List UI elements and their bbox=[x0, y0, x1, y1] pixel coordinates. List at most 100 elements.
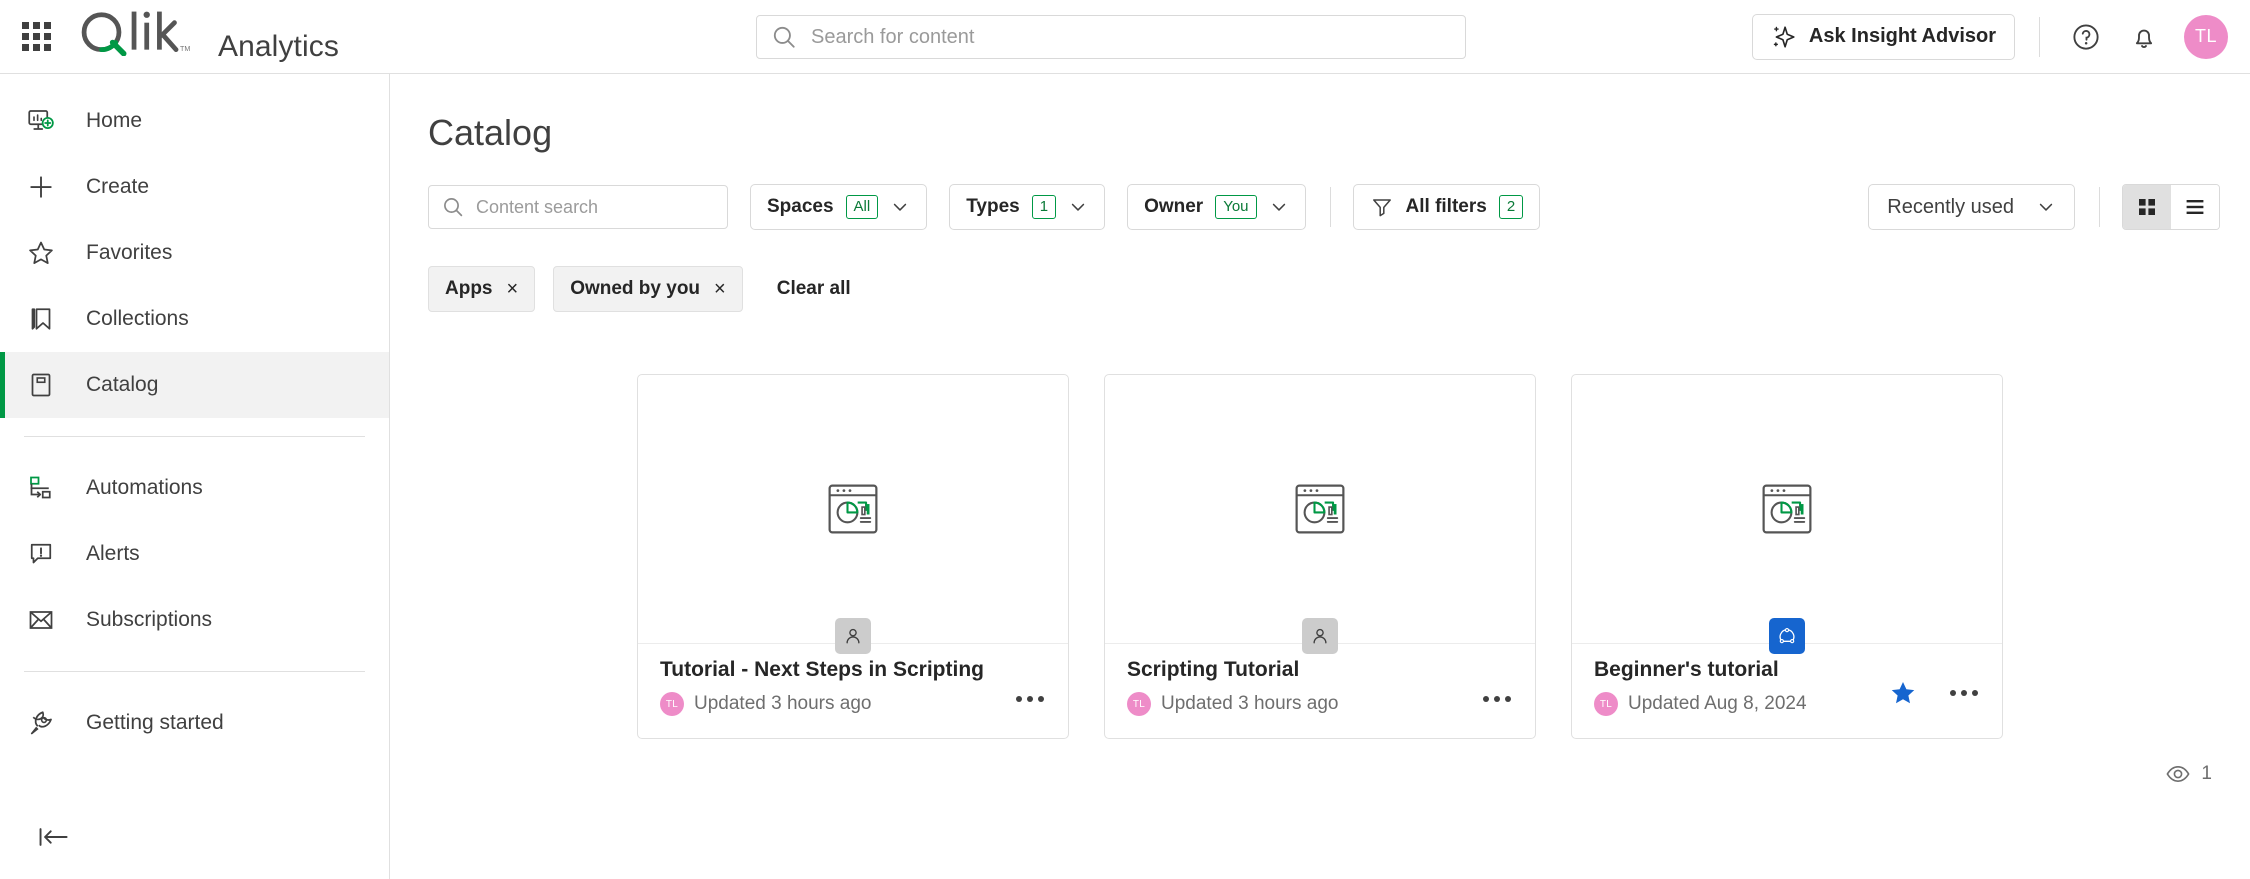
app-card-footer: Scripting Tutorial TL Updated 3 hours ag… bbox=[1105, 644, 1535, 738]
sidebar-item-label: Favorites bbox=[86, 241, 173, 264]
brand-name: Analytics bbox=[218, 29, 339, 63]
app-card[interactable]: Tutorial - Next Steps in Scripting TL Up… bbox=[637, 374, 1069, 739]
filter-spaces-label: Spaces bbox=[767, 196, 834, 217]
filter-chip-apps[interactable]: Apps × bbox=[428, 266, 536, 312]
sidebar-item-label: Subscriptions bbox=[86, 608, 213, 631]
app-card-footer: Beginner's tutorial TL Updated Aug 8, 20… bbox=[1572, 644, 2002, 738]
owner-avatar-initials: TL bbox=[1132, 698, 1146, 710]
sidebar-item-label: Automations bbox=[86, 476, 203, 499]
favorite-star-icon[interactable] bbox=[1888, 678, 1918, 708]
main-content: Catalog Content search Spaces All Types … bbox=[390, 74, 2250, 879]
app-card-updated: Updated Aug 8, 2024 bbox=[1628, 693, 1807, 714]
bell-icon[interactable] bbox=[2122, 15, 2166, 59]
close-icon[interactable]: × bbox=[714, 279, 726, 299]
filter-spaces-dropdown[interactable]: Spaces All bbox=[750, 184, 928, 230]
app-card[interactable]: Beginner's tutorial TL Updated Aug 8, 20… bbox=[1571, 374, 2003, 739]
rocket-icon bbox=[26, 708, 70, 738]
sort-dropdown[interactable]: Recently used bbox=[1868, 184, 2075, 230]
ask-insight-advisor-label: Ask Insight Advisor bbox=[1808, 25, 1996, 47]
app-chart-icon bbox=[828, 484, 878, 534]
app-card-actions bbox=[1888, 678, 1984, 708]
sparkle-icon bbox=[1773, 25, 1795, 48]
star-outline-icon bbox=[26, 238, 70, 268]
views-count: 1 bbox=[390, 739, 2250, 787]
user-avatar-initials: TL bbox=[2194, 26, 2217, 46]
plus-icon bbox=[26, 172, 70, 202]
body: Home Create Favorites Collections Catalo… bbox=[0, 74, 2250, 879]
home-monitor-add-icon bbox=[26, 106, 70, 136]
sidebar-item-subscriptions[interactable]: Subscriptions bbox=[0, 587, 389, 653]
sidebar-item-automations[interactable]: Automations bbox=[0, 455, 389, 521]
app-card-meta: TL Updated 3 hours ago bbox=[660, 692, 1046, 716]
sidebar-navigation: Home Create Favorites Collections Catalo… bbox=[0, 74, 390, 879]
chevron-down-icon bbox=[1272, 203, 1285, 211]
global-search-placeholder: Search for content bbox=[811, 25, 975, 48]
app-chart-icon bbox=[1762, 484, 1812, 534]
app-card-actions bbox=[1477, 690, 1517, 708]
sidebar-item-catalog[interactable]: Catalog bbox=[0, 352, 389, 418]
filter-types-dropdown[interactable]: Types 1 bbox=[949, 184, 1106, 230]
grid-view-button[interactable] bbox=[2123, 185, 2171, 229]
top-bar-actions: Ask Insight Advisor TL bbox=[1751, 13, 2250, 60]
filter-chip-owned-by-you[interactable]: Owned by you × bbox=[553, 266, 743, 312]
alert-bubble-icon bbox=[26, 539, 70, 569]
bookmark-icon bbox=[26, 304, 70, 334]
owner-avatar: TL bbox=[1594, 692, 1618, 716]
ask-insight-advisor-button[interactable]: Ask Insight Advisor bbox=[1751, 13, 2015, 60]
funnel-icon bbox=[1372, 199, 1391, 217]
all-filters-button[interactable]: All filters 2 bbox=[1352, 184, 1541, 230]
grid-icon bbox=[2139, 199, 2155, 215]
catalog-card-grid: Tutorial - Next Steps in Scripting TL Up… bbox=[390, 374, 2250, 739]
content-search-input[interactable]: Content search bbox=[428, 185, 728, 229]
app-card-updated: Updated 3 hours ago bbox=[694, 693, 872, 714]
sidebar-item-getting-started[interactable]: Getting started bbox=[0, 690, 389, 756]
sidebar-item-home[interactable]: Home bbox=[0, 88, 389, 154]
top-bar-divider bbox=[2039, 16, 2040, 57]
sidebar-item-create[interactable]: Create bbox=[0, 154, 389, 220]
filter-spaces-badge: All bbox=[845, 194, 879, 220]
eye-icon bbox=[2166, 766, 2190, 782]
brand[interactable]: TM Analytics bbox=[74, 10, 339, 64]
sidebar-item-label: Collections bbox=[86, 307, 189, 330]
list-view-button[interactable] bbox=[2171, 185, 2219, 229]
sidebar-item-collections[interactable]: Collections bbox=[0, 286, 389, 352]
global-search[interactable]: Search for content bbox=[756, 15, 1466, 59]
app-launcher-icon[interactable] bbox=[18, 19, 54, 55]
filter-owner-badge: You bbox=[1215, 194, 1257, 220]
sidebar-item-alerts[interactable]: Alerts bbox=[0, 521, 389, 587]
app-card[interactable]: Scripting Tutorial TL Updated 3 hours ag… bbox=[1104, 374, 1536, 739]
automation-flow-icon bbox=[26, 473, 70, 503]
clear-all-button[interactable]: Clear all bbox=[777, 278, 851, 300]
sidebar-item-label: Getting started bbox=[86, 711, 224, 734]
more-options-icon[interactable] bbox=[1477, 690, 1517, 708]
all-filters-label: All filters bbox=[1405, 196, 1487, 217]
all-filters-badge: 2 bbox=[1498, 194, 1524, 220]
filter-owner-label: Owner bbox=[1144, 196, 1204, 217]
user-avatar[interactable]: TL bbox=[2184, 14, 2228, 59]
more-options-icon[interactable] bbox=[1010, 690, 1050, 708]
search-icon bbox=[773, 26, 795, 48]
top-navigation-bar: TM Analytics Search for content Ask Insi… bbox=[0, 0, 2250, 74]
collapse-left-icon[interactable] bbox=[36, 817, 76, 857]
qlik-logo-icon: TM bbox=[81, 11, 190, 56]
envelope-icon bbox=[26, 605, 70, 635]
sidebar-divider-2 bbox=[24, 671, 365, 672]
page-title: Catalog bbox=[428, 112, 553, 153]
filter-types-label: Types bbox=[966, 196, 1020, 217]
sort-label: Recently used bbox=[1887, 195, 2014, 218]
more-options-icon[interactable] bbox=[1944, 684, 1984, 702]
sidebar-item-label: Create bbox=[86, 175, 150, 198]
help-circle-icon[interactable] bbox=[2064, 15, 2108, 59]
sidebar-item-favorites[interactable]: Favorites bbox=[0, 220, 389, 286]
app-card-actions bbox=[1010, 690, 1050, 708]
toolbar-right-group: Recently used bbox=[1868, 184, 2220, 230]
toolbar-divider bbox=[1329, 187, 1331, 227]
active-filter-chips: Apps × Owned by you × Clear all bbox=[390, 230, 2250, 312]
sidebar-item-label: Home bbox=[86, 109, 143, 132]
close-icon[interactable]: × bbox=[507, 279, 519, 299]
filter-owner-dropdown[interactable]: Owner You bbox=[1127, 184, 1306, 230]
views-count-value: 1 bbox=[2201, 763, 2212, 784]
app-card-footer: Tutorial - Next Steps in Scripting TL Up… bbox=[638, 644, 1068, 738]
search-icon bbox=[444, 198, 463, 217]
filter-types-badge: 1 bbox=[1031, 194, 1057, 220]
